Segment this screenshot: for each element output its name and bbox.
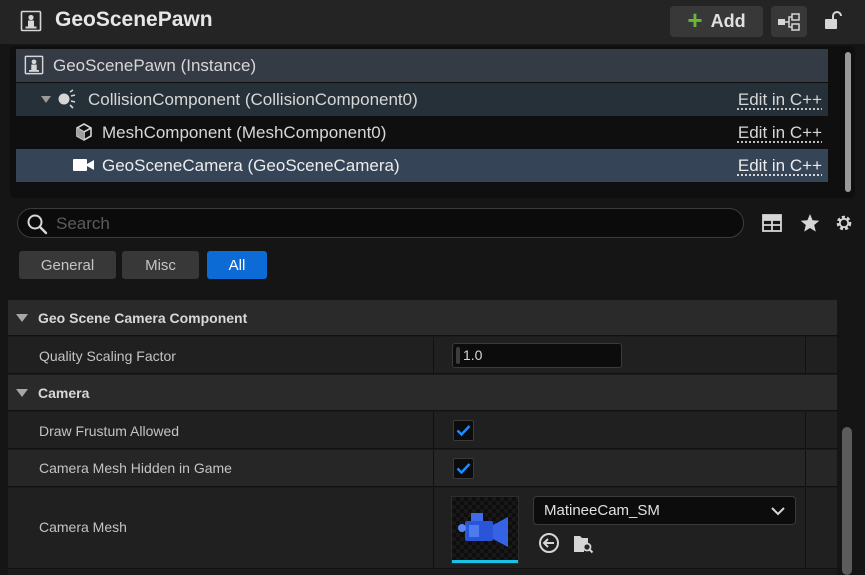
gear-icon[interactable] (833, 212, 855, 234)
details-scrollbar[interactable] (842, 427, 852, 575)
category-label: Geo Scene Camera Component (38, 310, 248, 326)
blueprint-convert-button[interactable] (771, 6, 807, 37)
category-geo-scene-camera-component[interactable]: Geo Scene Camera Component (8, 300, 837, 336)
property-row-camera-mesh: Camera Mesh MatineeCam_SM (8, 488, 837, 569)
add-component-button[interactable]: + Add (670, 6, 763, 37)
property-row-camera-mesh-hidden-in-game: Camera Mesh Hidden in Game (8, 450, 837, 487)
camera-mesh-asset-picker[interactable]: MatineeCam_SM (533, 496, 796, 525)
filter-tab-general[interactable]: General (19, 251, 116, 279)
column-divider (805, 488, 806, 568)
property-label: Camera Mesh Hidden in Game (39, 460, 232, 476)
pawn-icon (24, 55, 44, 75)
category-label: Camera (38, 385, 90, 401)
quality-scaling-factor-input[interactable]: 1.0 (452, 343, 622, 368)
asset-type-color-bar (452, 560, 518, 563)
checkmark-icon (456, 425, 471, 437)
search-input[interactable] (56, 212, 716, 236)
browse-to-asset-icon[interactable] (572, 532, 594, 554)
property-label: Draw Frustum Allowed (39, 423, 180, 439)
details-search-box[interactable] (17, 208, 744, 238)
use-selected-asset-icon[interactable] (538, 532, 560, 554)
tree-row-mesh-component[interactable]: MeshComponent (MeshComponent0) Edit in C… (16, 116, 828, 149)
chevron-down-icon (771, 507, 785, 516)
camera-mesh-hidden-checkbox[interactable] (453, 458, 474, 479)
actor-title: GeoScenePawn (55, 8, 213, 31)
filter-tab-all[interactable]: All (207, 251, 267, 279)
column-divider (805, 337, 806, 373)
tree-scrollbar[interactable] (845, 52, 851, 192)
add-button-label: Add (710, 11, 746, 31)
tree-row-label: GeoSceneCamera (GeoSceneCamera) (102, 156, 400, 175)
tree-row-label: MeshComponent (MeshComponent0) (102, 123, 387, 142)
edit-in-cpp-link[interactable]: Edit in C++ (738, 90, 822, 110)
column-divider (433, 488, 434, 568)
collision-sphere-icon (58, 89, 76, 109)
pawn-icon (20, 10, 42, 32)
component-tree: GeoScenePawn (Instance) CollisionCompone… (10, 46, 855, 198)
checkmark-icon (456, 463, 471, 475)
tree-row-label: CollisionComponent (CollisionComponent0) (88, 90, 418, 109)
category-camera[interactable]: Camera (8, 375, 837, 411)
column-divider (805, 450, 806, 486)
star-icon[interactable] (799, 212, 821, 234)
tree-row-geo-scene-camera[interactable]: GeoSceneCamera (GeoSceneCamera) Edit in … (16, 149, 828, 182)
plus-icon: + (687, 5, 703, 35)
camera-mesh-thumbnail-icon (452, 497, 518, 563)
property-row-quality-scaling-factor: Quality Scaling Factor 1.0 (8, 337, 837, 374)
asset-thumbnail[interactable] (451, 496, 519, 564)
edit-in-cpp-link[interactable]: Edit in C++ (738, 156, 822, 176)
tree-row-root[interactable]: GeoScenePawn (Instance) (16, 49, 828, 82)
search-icon (27, 214, 48, 235)
chevron-down-icon[interactable] (16, 314, 28, 322)
lock-icon[interactable] (822, 10, 844, 32)
camera-icon (73, 159, 94, 171)
column-divider (433, 337, 434, 373)
property-label: Quality Scaling Factor (39, 348, 176, 364)
chevron-down-icon[interactable] (41, 96, 51, 104)
static-mesh-cube-icon (76, 123, 92, 141)
table-view-icon[interactable] (761, 212, 783, 234)
edit-in-cpp-link[interactable]: Edit in C++ (738, 123, 822, 143)
draw-frustum-allowed-checkbox[interactable] (453, 420, 474, 441)
tree-row-collision-component[interactable]: CollisionComponent (CollisionComponent0)… (16, 83, 828, 116)
tree-row-label: GeoScenePawn (Instance) (53, 56, 257, 75)
column-divider (805, 412, 806, 448)
tree-row-partially-visible (16, 182, 828, 198)
blueprint-hierarchy-icon (778, 12, 800, 31)
column-divider (433, 450, 434, 486)
property-label: Camera Mesh (39, 519, 127, 535)
filter-tab-misc[interactable]: Misc (122, 251, 199, 279)
property-row-draw-frustum-allowed: Draw Frustum Allowed (8, 412, 837, 449)
details-panel: Geo Scene Camera Component Quality Scali… (8, 300, 837, 575)
column-divider (433, 412, 434, 448)
asset-name: MatineeCam_SM (544, 502, 660, 519)
chevron-down-icon[interactable] (16, 389, 28, 397)
header-bar: GeoScenePawn + Add (0, 0, 865, 44)
